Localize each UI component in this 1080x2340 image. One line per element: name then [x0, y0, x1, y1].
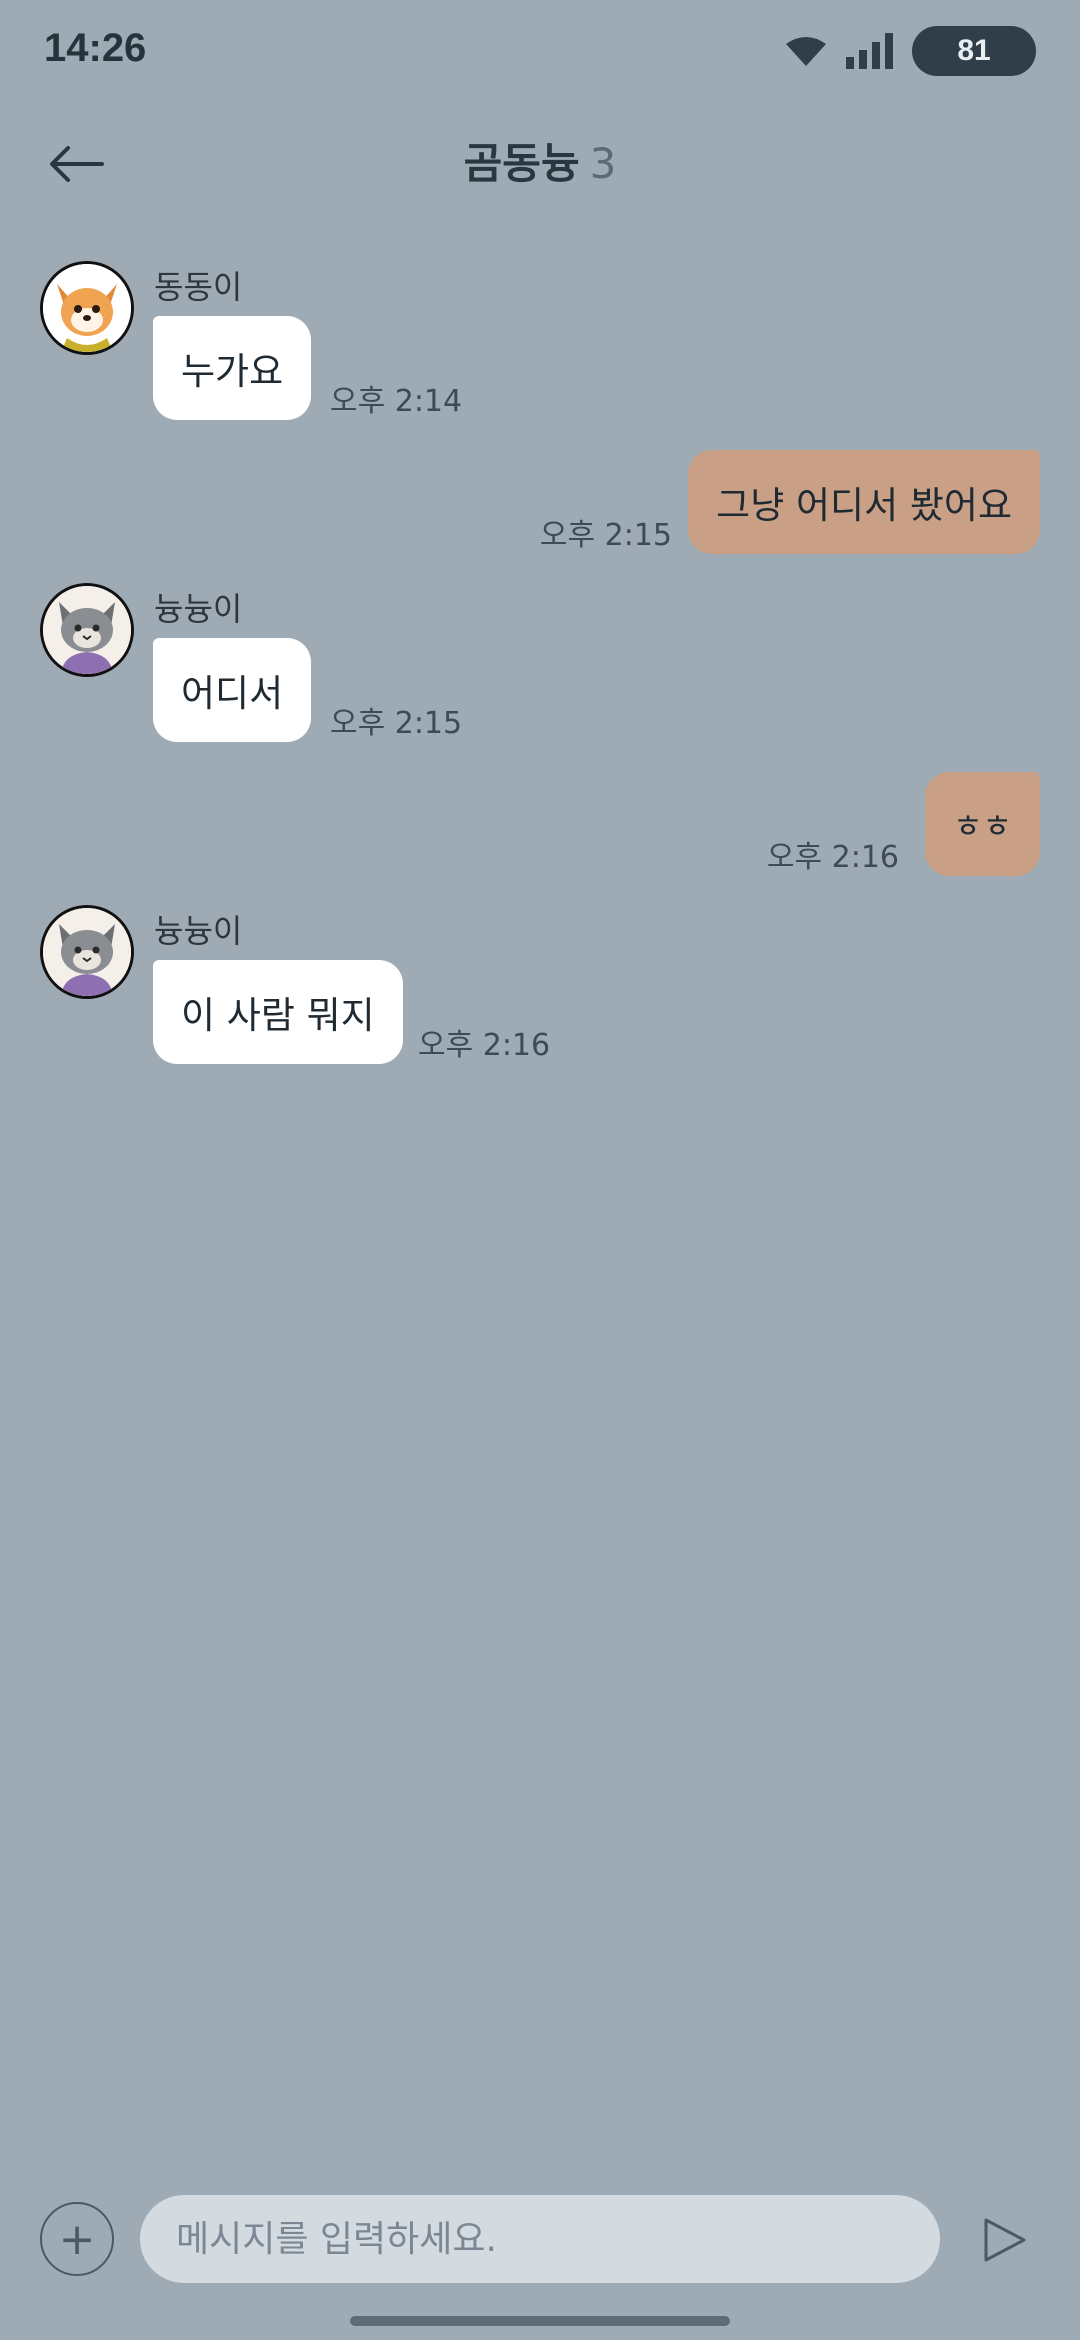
- message-time: 오후 2:15: [330, 706, 463, 741]
- signal-icon: [846, 33, 894, 69]
- status-time: 14:26: [44, 26, 147, 70]
- home-indicator[interactable]: [350, 2316, 730, 2326]
- sender-name: 동동이: [154, 268, 243, 306]
- send-icon: [984, 2218, 1026, 2262]
- battery-indicator: 81: [912, 26, 1036, 76]
- message-time: 오후 2:16: [418, 1028, 551, 1063]
- message-bubble[interactable]: 어디서: [153, 638, 312, 742]
- wifi-icon: [784, 36, 828, 66]
- status-icons: 81: [784, 26, 1036, 76]
- plus-icon: +: [58, 2213, 96, 2265]
- add-button[interactable]: +: [40, 2202, 114, 2276]
- chat-room-name: 곰동늉: [463, 139, 580, 188]
- message-time: 오후 2:15: [539, 518, 672, 553]
- message-bubble[interactable]: ㅎㅎ: [925, 772, 1040, 876]
- message-bubble[interactable]: 이 사람 뭐지: [153, 960, 403, 1064]
- send-button[interactable]: [976, 2212, 1032, 2268]
- message-bubble[interactable]: 그냥 어디서 봤어요: [688, 450, 1040, 554]
- sender-name: 늉늉이: [154, 912, 243, 950]
- message-input[interactable]: [140, 2195, 940, 2283]
- dog-avatar[interactable]: [40, 261, 134, 355]
- cat-avatar[interactable]: [40, 583, 134, 677]
- message-time: 오후 2:14: [330, 384, 463, 419]
- message-time: 오후 2:16: [766, 840, 899, 875]
- chat-title: 곰동늉 3: [0, 130, 1080, 191]
- chat-screen: 14:26 81 곰동늉 3 동동이 누가요 오후 2:14 그냥 어디서 봤어…: [0, 0, 1080, 2340]
- cat-avatar[interactable]: [40, 905, 134, 999]
- member-count: 3: [589, 139, 617, 188]
- message-bubble[interactable]: 누가요: [153, 316, 312, 420]
- sender-name: 늉늉이: [154, 590, 243, 628]
